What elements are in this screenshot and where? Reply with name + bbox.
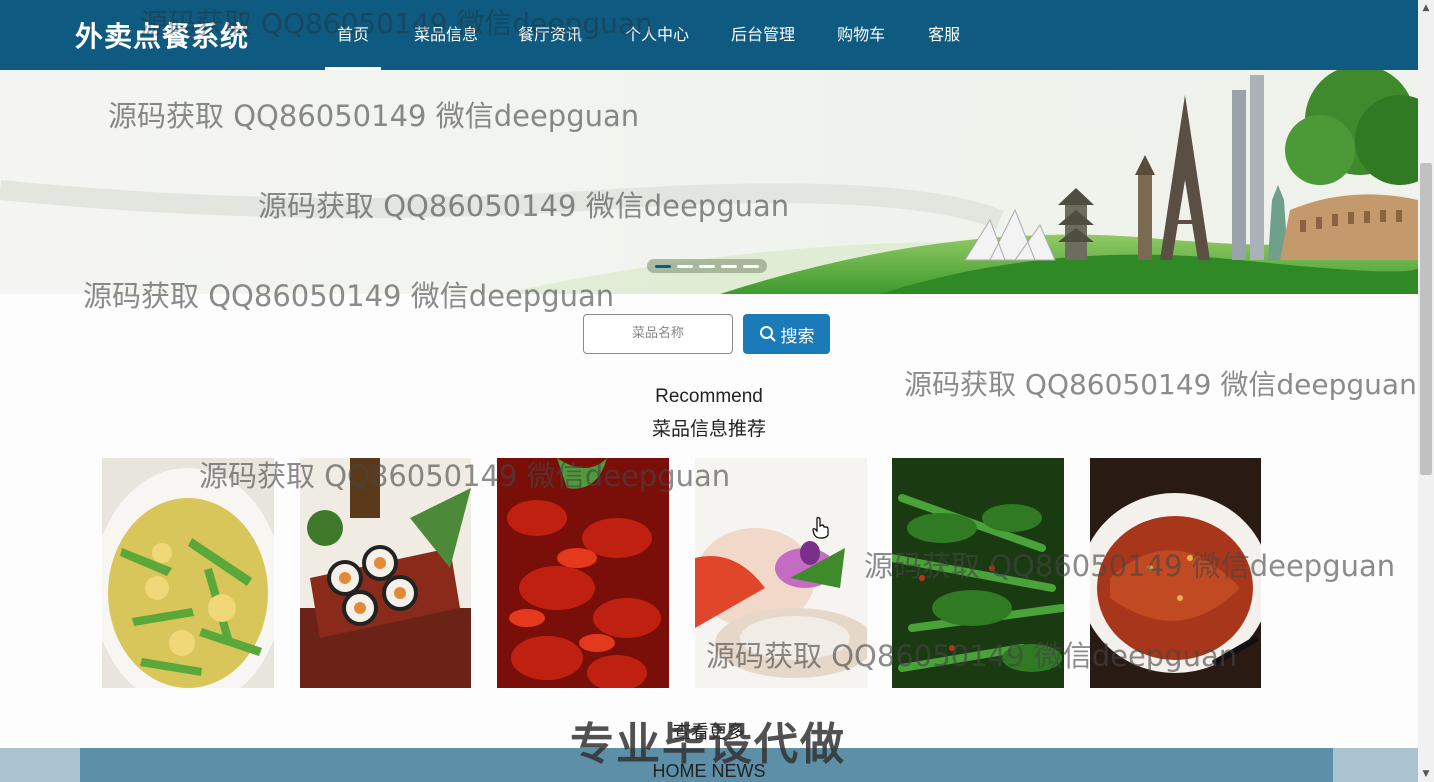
site-logo-text[interactable]: 外卖点餐系统: [75, 15, 249, 55]
dish-image-scallop-platter: [695, 458, 867, 688]
scrollbar-thumb[interactable]: [1420, 163, 1432, 475]
search-button[interactable]: 搜索: [743, 314, 830, 354]
carousel-indicators: [647, 259, 767, 273]
banner-carousel[interactable]: [0, 70, 1418, 294]
search-icon: [759, 326, 776, 342]
dish-image-sushi: [300, 458, 471, 688]
scroll-down-arrow-icon[interactable]: ▼: [1418, 766, 1434, 782]
main-nav: 首页 菜品信息 餐厅资讯 个人中心 后台管理 购物车 客服: [325, 0, 960, 70]
nav-home[interactable]: 首页: [325, 0, 381, 70]
dish-image-braised-fish: [1090, 458, 1261, 688]
top-navbar: 外卖点餐系统 首页 菜品信息 餐厅资讯 个人中心 后台管理 购物车 客服: [0, 0, 1418, 70]
view-more-link[interactable]: 查看更多: [0, 718, 1418, 744]
carousel-dot[interactable]: [699, 264, 715, 268]
dish-card[interactable]: [300, 458, 471, 688]
dish-name-search-input[interactable]: 菜品名称: [583, 314, 733, 354]
nav-customer-service[interactable]: 客服: [928, 0, 960, 70]
dish-image-crayfish: [497, 458, 669, 688]
page: 外卖点餐系统 首页 菜品信息 餐厅资讯 个人中心 后台管理 购物车 客服 菜品名…: [0, 0, 1418, 782]
vertical-scrollbar[interactable]: ▲ ▼: [1418, 0, 1434, 782]
carousel-dot[interactable]: [655, 264, 671, 268]
dish-card[interactable]: [892, 458, 1064, 688]
dish-card[interactable]: [1090, 458, 1261, 688]
carousel-dot[interactable]: [743, 264, 759, 268]
section-title-en: Recommend: [655, 386, 763, 407]
dish-card[interactable]: [497, 458, 669, 688]
nav-personal-center[interactable]: 个人中心: [625, 0, 689, 70]
news-section-title: HOME NEWS: [652, 761, 766, 781]
search-button-label: 搜索: [780, 326, 815, 347]
dish-card[interactable]: [102, 458, 274, 688]
nav-dishes[interactable]: 菜品信息: [414, 0, 478, 70]
nav-admin[interactable]: 后台管理: [731, 0, 795, 70]
nav-restaurant-news[interactable]: 餐厅资讯: [518, 0, 582, 70]
dish-card[interactable]: [695, 458, 867, 688]
carousel-dot[interactable]: [721, 264, 737, 268]
section-title-cn: 菜品信息推荐: [651, 418, 766, 440]
nav-cart[interactable]: 购物车: [837, 0, 885, 70]
carousel-dot[interactable]: [677, 264, 693, 268]
dish-image-pepper-egg: [102, 458, 274, 688]
scroll-up-arrow-icon[interactable]: ▲: [1418, 0, 1434, 16]
dish-image-greens: [892, 458, 1064, 688]
